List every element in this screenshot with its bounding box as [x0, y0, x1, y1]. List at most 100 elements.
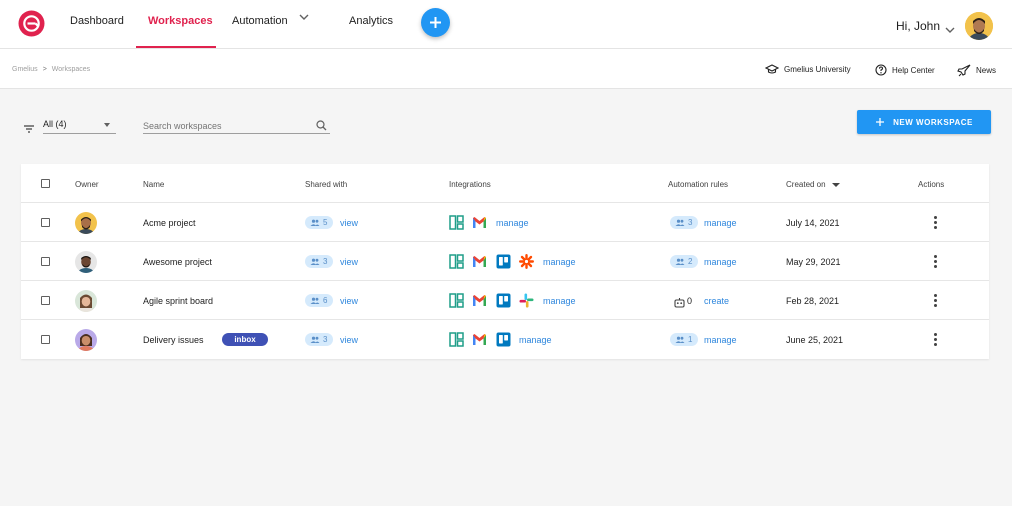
rules-count: 0 — [687, 296, 693, 306]
row-checkbox[interactable] — [41, 257, 50, 266]
row-checkbox[interactable] — [41, 335, 50, 344]
column-header-created-label: Created on — [786, 180, 826, 189]
table-row[interactable]: Awesome project 3 view manage 2 manage M… — [21, 242, 989, 281]
breadcrumb-item: Workspaces — [51, 66, 91, 73]
rules-count: 3 — [688, 218, 693, 227]
new-workspace-button[interactable]: NEW WORKSPACE — [857, 110, 991, 134]
sub-header: Gmelius > Workspaces Gmelius University He… — [0, 49, 1012, 89]
view-shared-link[interactable]: view — [340, 257, 358, 267]
view-shared-link[interactable]: view — [340, 218, 358, 228]
select-all-checkbox[interactable] — [41, 179, 50, 188]
workspaces-table: Owner Name Shared with Integrations Auto… — [21, 164, 989, 359]
nav-analytics[interactable]: Analytics — [349, 0, 393, 48]
news-link[interactable]: News — [957, 64, 996, 77]
plus-icon — [876, 118, 885, 126]
manage-rules-link[interactable]: manage — [704, 218, 737, 228]
workspace-name[interactable]: Awesome project — [143, 257, 212, 267]
filter-value: All (4) — [43, 119, 67, 129]
more-actions-icon[interactable] — [933, 333, 937, 348]
table-row[interactable]: Agile sprint board 6 view manage 0 creat… — [21, 281, 989, 320]
gmail-icon — [472, 332, 487, 347]
search-icon[interactable] — [316, 118, 327, 136]
manage-integrations-link[interactable]: manage — [496, 218, 529, 228]
people-icon — [675, 219, 685, 226]
people-icon — [310, 219, 320, 226]
shared-count: 6 — [323, 296, 328, 305]
trello-icon — [496, 293, 511, 308]
owner-avatar — [75, 251, 97, 273]
active-tab-indicator — [136, 46, 216, 48]
manage-integrations-link[interactable]: manage — [543, 296, 576, 306]
table-row[interactable]: Delivery issues inbox 3 view manage 1 ma… — [21, 320, 989, 359]
nav-workspaces[interactable]: Workspaces — [148, 0, 213, 48]
shared-count-badge: 3 — [305, 255, 334, 268]
caret-down-icon — [104, 123, 110, 127]
created-date: May 29, 2021 — [786, 257, 841, 267]
shared-count: 3 — [323, 335, 328, 344]
help-circle-icon — [875, 64, 887, 76]
gmelius-logo-icon[interactable] — [18, 10, 45, 37]
help-center-link[interactable]: Help Center — [875, 64, 935, 76]
nav-automation-label: Automation — [232, 15, 288, 27]
shared-count-badge: 5 — [305, 216, 334, 229]
gmail-icon — [472, 254, 487, 269]
sort-down-icon — [831, 182, 840, 187]
manage-integrations-link[interactable]: manage — [543, 257, 576, 267]
row-checkbox[interactable] — [41, 218, 50, 227]
user-greeting[interactable]: Hi, John — [896, 19, 940, 33]
view-shared-link[interactable]: view — [340, 296, 358, 306]
rules-count-badge: 3 — [670, 216, 699, 229]
rules-count-badge: 2 — [670, 255, 699, 268]
breadcrumb: Gmelius > Workspaces — [12, 66, 90, 73]
gmail-icon — [472, 215, 487, 230]
create-button[interactable] — [421, 8, 450, 37]
column-header-created[interactable]: Created on — [786, 180, 841, 189]
row-checkbox[interactable] — [41, 296, 50, 305]
column-header-shared[interactable]: Shared with — [305, 180, 347, 189]
column-header-integrations[interactable]: Integrations — [449, 180, 491, 189]
chevron-down-icon[interactable] — [944, 22, 956, 40]
trello-icon — [496, 254, 511, 269]
top-navigation: Dashboard Workspaces Automation Analytic… — [0, 0, 1012, 49]
more-actions-icon[interactable] — [933, 294, 937, 309]
more-actions-icon[interactable] — [933, 255, 937, 270]
manage-rules-link[interactable]: manage — [704, 335, 737, 345]
rocket-icon — [957, 64, 971, 77]
workspace-board-icon — [449, 293, 464, 308]
gmail-icon — [472, 293, 487, 308]
workspace-board-icon — [449, 254, 464, 269]
workspace-board-icon — [449, 215, 464, 230]
filter-icon[interactable] — [23, 121, 35, 139]
filter-select[interactable]: All (4) — [43, 116, 116, 134]
search-field[interactable] — [143, 116, 330, 134]
search-input[interactable] — [143, 117, 303, 131]
plus-icon — [430, 17, 441, 28]
news-label: News — [976, 66, 997, 75]
create-rule-link[interactable]: create — [704, 296, 729, 306]
rules-count: 2 — [688, 257, 693, 266]
workspace-name[interactable]: Acme project — [143, 218, 196, 228]
column-header-name[interactable]: Name — [143, 180, 164, 189]
breadcrumb-item[interactable]: Gmelius — [12, 66, 38, 73]
help-center-label: Help Center — [892, 65, 935, 75]
column-header-owner[interactable]: Owner — [75, 180, 99, 189]
gmelius-university-link[interactable]: Gmelius University — [765, 64, 851, 75]
table-header: Owner Name Shared with Integrations Auto… — [21, 164, 989, 203]
people-icon — [310, 297, 320, 304]
graduation-cap-icon — [765, 64, 779, 74]
manage-rules-link[interactable]: manage — [704, 257, 737, 267]
table-row[interactable]: Acme project 5 view manage 3 manage July… — [21, 203, 989, 242]
gmelius-university-label: Gmelius University — [784, 65, 851, 74]
people-icon — [675, 258, 685, 265]
workspace-name[interactable]: Delivery issues — [143, 335, 204, 345]
nav-dashboard[interactable]: Dashboard — [70, 0, 124, 48]
created-date: June 25, 2021 — [786, 335, 844, 345]
nav-automation[interactable]: Automation — [232, 0, 311, 48]
workspace-name[interactable]: Agile sprint board — [143, 296, 213, 306]
more-actions-icon[interactable] — [933, 216, 937, 231]
column-header-automation[interactable]: Automation rules — [668, 180, 728, 189]
view-shared-link[interactable]: view — [340, 335, 358, 345]
user-avatar[interactable] — [965, 12, 993, 40]
manage-integrations-link[interactable]: manage — [519, 335, 552, 345]
created-date: Feb 28, 2021 — [786, 296, 840, 306]
